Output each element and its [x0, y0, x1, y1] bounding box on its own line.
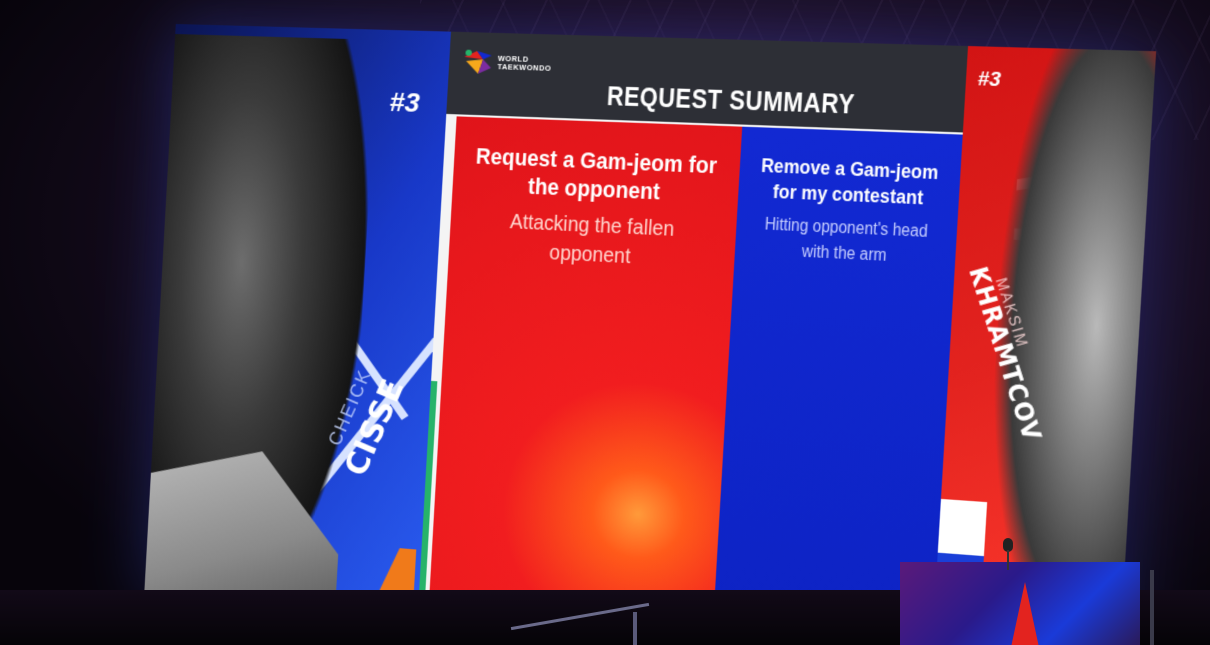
right-athlete-panel: 10 #3 MAKSIM KHRAMTCOV — [931, 46, 1157, 645]
red-request-card: Request a Gam-jeom for the opponent Atta… — [428, 116, 743, 631]
flag-white-stripe — [937, 498, 988, 557]
podium-accent — [1010, 582, 1040, 645]
red-request-detail: Attacking the fallen opponent — [509, 209, 675, 269]
logo-wordmark: WORLD TAEKWONDO — [497, 55, 552, 73]
red-request-title: Request a Gam-jeom for the opponent — [475, 142, 718, 205]
left-athlete-panel: NG #3 CHEICK CISSE — [144, 23, 451, 617]
microphone-stand — [1007, 550, 1009, 570]
right-athlete-rank: #3 — [977, 67, 1002, 91]
blue-request-detail: Hitting opponent's head with the arm — [764, 215, 929, 266]
led-screen: NG #3 CHEICK CISSE — [144, 23, 1157, 645]
blue-request-title: Remove a Gam-jeom for my contestant — [760, 154, 940, 209]
request-summary-panel: WORLD TAEKWONDO REQUEST SUMMARY Request a… — [417, 31, 969, 645]
stand-post — [1150, 570, 1154, 645]
summary-header: WORLD TAEKWONDO REQUEST SUMMARY — [446, 31, 969, 133]
world-taekwondo-logo: WORLD TAEKWONDO — [458, 46, 588, 91]
page-title: REQUEST SUMMARY — [606, 82, 856, 120]
event-scene: NG #3 CHEICK CISSE — [0, 0, 1210, 645]
podium — [900, 562, 1140, 645]
stage-rail-post — [633, 612, 637, 645]
left-athlete-rank: #3 — [388, 86, 421, 119]
taekwondo-emblem-icon — [464, 49, 492, 75]
